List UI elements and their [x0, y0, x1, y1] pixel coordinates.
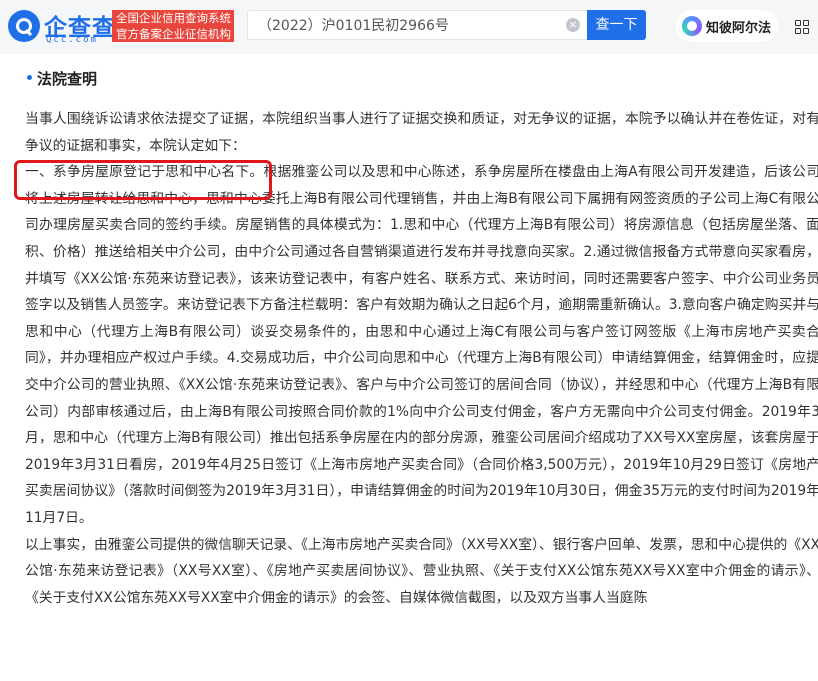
- logo-search-icon: [8, 10, 40, 42]
- apps-grid-icon[interactable]: [795, 20, 809, 34]
- logo-domain: Qcc.com: [46, 35, 98, 45]
- slogan-line-2: 官方备案企业征信机构: [116, 27, 231, 41]
- search-box[interactable]: ×: [247, 10, 587, 40]
- section-title-text: 法院查明: [37, 70, 98, 88]
- top-header: 企查查 Qcc.com 全国企业信用查询系统 官方备案企业征信机构 × 查一下 …: [0, 0, 818, 54]
- highlight-annotation-box: [14, 160, 272, 200]
- slogan-line-1: 全国企业信用查询系统: [116, 11, 231, 25]
- findings-paragraph: 当事人围绕诉讼请求依法提交了证据，本院组织当事人进行了证据交换和质证，对无争议的…: [25, 111, 818, 154]
- bullet-dot-icon: [27, 75, 32, 80]
- search-input[interactable]: [248, 11, 558, 39]
- search-button[interactable]: 查一下: [587, 10, 646, 40]
- clear-icon[interactable]: ×: [566, 18, 580, 32]
- qcc-logo[interactable]: 企查查 Qcc.com: [8, 10, 115, 45]
- zhibo-alpha-label: 知彼阿尔法: [706, 21, 772, 36]
- findings-paragraph: 以上事实，由雅銮公司提供的微信聊天记录、《上海市房地产买卖合同》（XX号XX室）…: [25, 536, 818, 606]
- slogan-badge: 全国企业信用查询系统 官方备案企业征信机构: [112, 10, 234, 42]
- section-title: 法院查明: [27, 68, 97, 89]
- findings-paragraph: 一、系争房屋原登记于思和中心名下。根据雅銮公司以及思和中心陈述，系争房屋所在楼盘…: [25, 164, 818, 526]
- ai-logo-icon: [682, 16, 702, 36]
- zhibo-alpha-button[interactable]: 知彼阿尔法: [676, 10, 778, 42]
